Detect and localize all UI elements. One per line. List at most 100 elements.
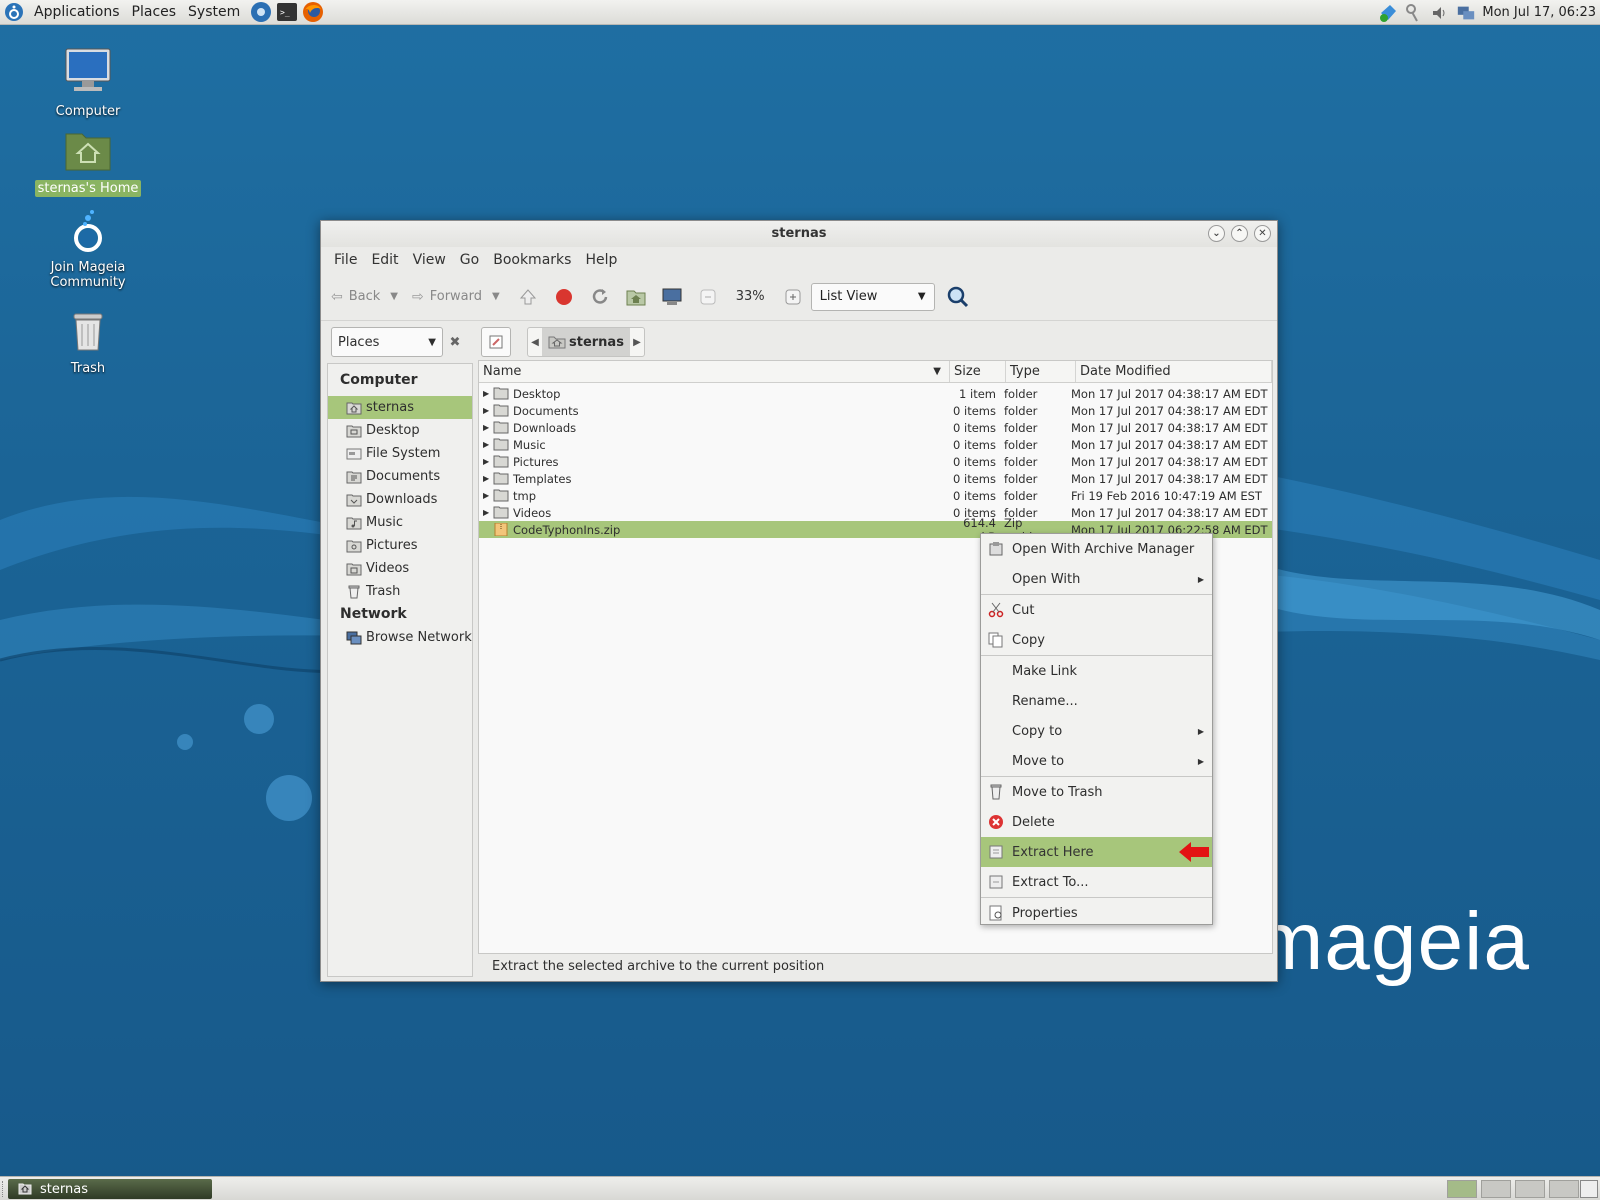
minimize-button[interactable]: ⌄ <box>1208 225 1225 242</box>
system-tray: Mon Jul 17, 06:23 <box>1378 0 1600 25</box>
menu-item-rename[interactable]: Rename... <box>981 686 1212 716</box>
update-applet-icon[interactable] <box>1378 3 1398 23</box>
back-history-dropdown[interactable]: ▼ <box>390 291 398 302</box>
expander-icon[interactable]: ▶ <box>483 508 491 517</box>
desktop-icon-trash[interactable]: Trash <box>28 308 148 377</box>
forward-arrow-icon: ⇨ <box>412 288 424 305</box>
settings-launcher-icon[interactable] <box>250 1 272 23</box>
sidebar-item-downloads[interactable]: Downloads <box>328 488 472 511</box>
expander-icon[interactable]: ▶ <box>483 406 491 415</box>
file-type: folder <box>1004 488 1038 503</box>
menu-item-open-archive-manager[interactable]: Open With Archive Manager <box>981 534 1212 564</box>
menu-help[interactable]: Help <box>578 252 624 268</box>
forward-button[interactable]: ⇨ Forward <box>412 289 482 305</box>
workspace-2[interactable] <box>1481 1180 1511 1198</box>
breadcrumb-right-arrow[interactable]: ▶ <box>630 337 644 348</box>
system-menu[interactable]: System <box>182 0 246 25</box>
menu-item-delete[interactable]: Delete <box>981 807 1212 837</box>
sidebar-mode-select[interactable]: Places ▼ <box>331 327 443 357</box>
column-header-size[interactable]: Size <box>950 361 1006 382</box>
expander-icon[interactable]: ▶ <box>483 440 491 449</box>
taskbar-button[interactable]: sternas <box>8 1179 212 1199</box>
menu-go[interactable]: Go <box>453 252 486 268</box>
maximize-button[interactable]: ⌃ <box>1231 225 1248 242</box>
computer-icon[interactable] <box>659 284 685 310</box>
expander-icon[interactable]: ▶ <box>483 457 491 466</box>
menu-bookmarks[interactable]: Bookmarks <box>486 252 578 268</box>
view-mode-select[interactable]: List View ▼ <box>810 282 935 311</box>
table-row[interactable]: ▶ Music 0 items folder Mon 17 Jul 2017 04:38… <box>479 436 1272 453</box>
table-row[interactable]: ▶ Pictures 0 items folder Mon 17 Jul 2017 04… <box>479 453 1272 470</box>
table-row[interactable]: ▶ Templates 0 items folder Mon 17 Jul 2017 0… <box>479 470 1272 487</box>
expander-icon[interactable]: ▶ <box>483 474 491 483</box>
table-row[interactable]: ▶ Videos 0 items folder Mon 17 Jul 2017 04:3… <box>479 504 1272 521</box>
menu-item-make-link[interactable]: Make Link <box>981 656 1212 686</box>
desktop-icon-computer[interactable]: Computer <box>28 45 148 120</box>
workspace-1[interactable] <box>1447 1180 1477 1198</box>
menu-item-properties[interactable]: Properties <box>981 898 1212 928</box>
up-arrow-icon[interactable] <box>515 284 541 310</box>
menu-item-move-to[interactable]: Move to ▶ <box>981 746 1212 776</box>
menu-item-move-to-trash[interactable]: Move to Trash <box>981 777 1212 807</box>
network-icon[interactable] <box>1456 3 1476 23</box>
toggle-location-entry-button[interactable] <box>481 327 511 357</box>
mageia-logo-icon[interactable] <box>4 2 24 22</box>
sidebar-item-videos[interactable]: Videos <box>328 557 472 580</box>
table-row[interactable]: ▶ Desktop 1 item folder Mon 17 Jul 2017 04:3… <box>479 385 1272 402</box>
breadcrumb-current[interactable]: sternas <box>542 328 630 356</box>
home-icon[interactable] <box>623 284 649 310</box>
search-icon[interactable] <box>945 284 971 310</box>
table-row[interactable]: ▶ tmp 0 items folder Fri 19 Feb 2016 10:47:1… <box>479 487 1272 504</box>
breadcrumb-left-arrow[interactable]: ◀ <box>528 337 542 348</box>
sidebar-item-documents[interactable]: Documents <box>328 465 472 488</box>
workspace-3[interactable] <box>1515 1180 1545 1198</box>
keyring-icon[interactable] <box>1404 3 1424 23</box>
stop-icon[interactable] <box>551 284 577 310</box>
table-row[interactable]: ▶ Documents 0 items folder Mon 17 Jul 2017 0… <box>479 402 1272 419</box>
show-desktop-icon[interactable] <box>1580 1180 1598 1198</box>
menu-item-cut[interactable]: Cut <box>981 595 1212 625</box>
sidebar-item-desktop[interactable]: Desktop <box>328 419 472 442</box>
menu-item-open-with[interactable]: Open With ▶ <box>981 564 1212 594</box>
volume-icon[interactable] <box>1430 3 1450 23</box>
sidebar-item-browse-network[interactable]: Browse Network <box>328 626 472 649</box>
clock[interactable]: Mon Jul 17, 06:23 <box>1482 5 1600 20</box>
workspace-4[interactable] <box>1549 1180 1579 1198</box>
column-header-date[interactable]: Date Modified <box>1076 361 1272 382</box>
places-menu[interactable]: Places <box>126 0 183 25</box>
sidebar-item-music[interactable]: Music <box>328 511 472 534</box>
sidebar-item-trash[interactable]: Trash <box>328 580 472 603</box>
table-row[interactable]: ▶ Downloads 0 items folder Mon 17 Jul 2017 0… <box>479 419 1272 436</box>
menu-edit[interactable]: Edit <box>364 252 405 268</box>
menu-view[interactable]: View <box>406 252 453 268</box>
expander-icon[interactable]: ▶ <box>483 389 491 398</box>
submenu-arrow-icon: ▶ <box>1197 726 1204 736</box>
desktop-icon-home[interactable]: sternas's Home <box>28 128 148 197</box>
zoom-out-icon[interactable] <box>695 284 721 310</box>
reload-icon[interactable] <box>587 284 613 310</box>
expander-icon[interactable]: ▶ <box>483 491 491 500</box>
forward-history-dropdown[interactable]: ▼ <box>492 291 500 302</box>
expander-icon[interactable]: ▶ <box>483 423 491 432</box>
menu-file[interactable]: File <box>327 252 364 268</box>
terminal-launcher-icon[interactable]: >_ <box>276 1 298 23</box>
sidebar-item-file-system[interactable]: File System <box>328 442 472 465</box>
back-button[interactable]: ⇦ Back <box>331 289 380 305</box>
close-button[interactable]: ✕ <box>1254 225 1271 242</box>
sidebar-item-pictures[interactable]: Pictures <box>328 534 472 557</box>
menu-item-extract-to[interactable]: Extract To... <box>981 867 1212 897</box>
menu-item-copy[interactable]: Copy <box>981 625 1212 655</box>
desktop-icon-mageia-community[interactable]: Join Mageia Community <box>28 207 148 291</box>
window-titlebar[interactable]: sternas ⌄ ⌃ ✕ <box>321 221 1277 247</box>
menu-item-copy-to[interactable]: Copy to ▶ <box>981 716 1212 746</box>
column-header-name[interactable]: Name ▼ <box>479 361 950 382</box>
file-name: tmp <box>513 488 537 503</box>
zoom-in-icon[interactable] <box>780 284 806 310</box>
close-sidebar-icon[interactable]: ✖ <box>445 327 465 357</box>
menu-item-extract-here[interactable]: Extract Here <box>981 837 1212 867</box>
applications-menu[interactable]: Applications <box>28 0 126 25</box>
sidebar-item-sternas[interactable]: sternas <box>328 396 472 419</box>
firefox-launcher-icon[interactable] <box>302 1 324 23</box>
wallpaper-brand-text: mageia <box>1255 896 1530 987</box>
column-header-type[interactable]: Type <box>1006 361 1076 382</box>
